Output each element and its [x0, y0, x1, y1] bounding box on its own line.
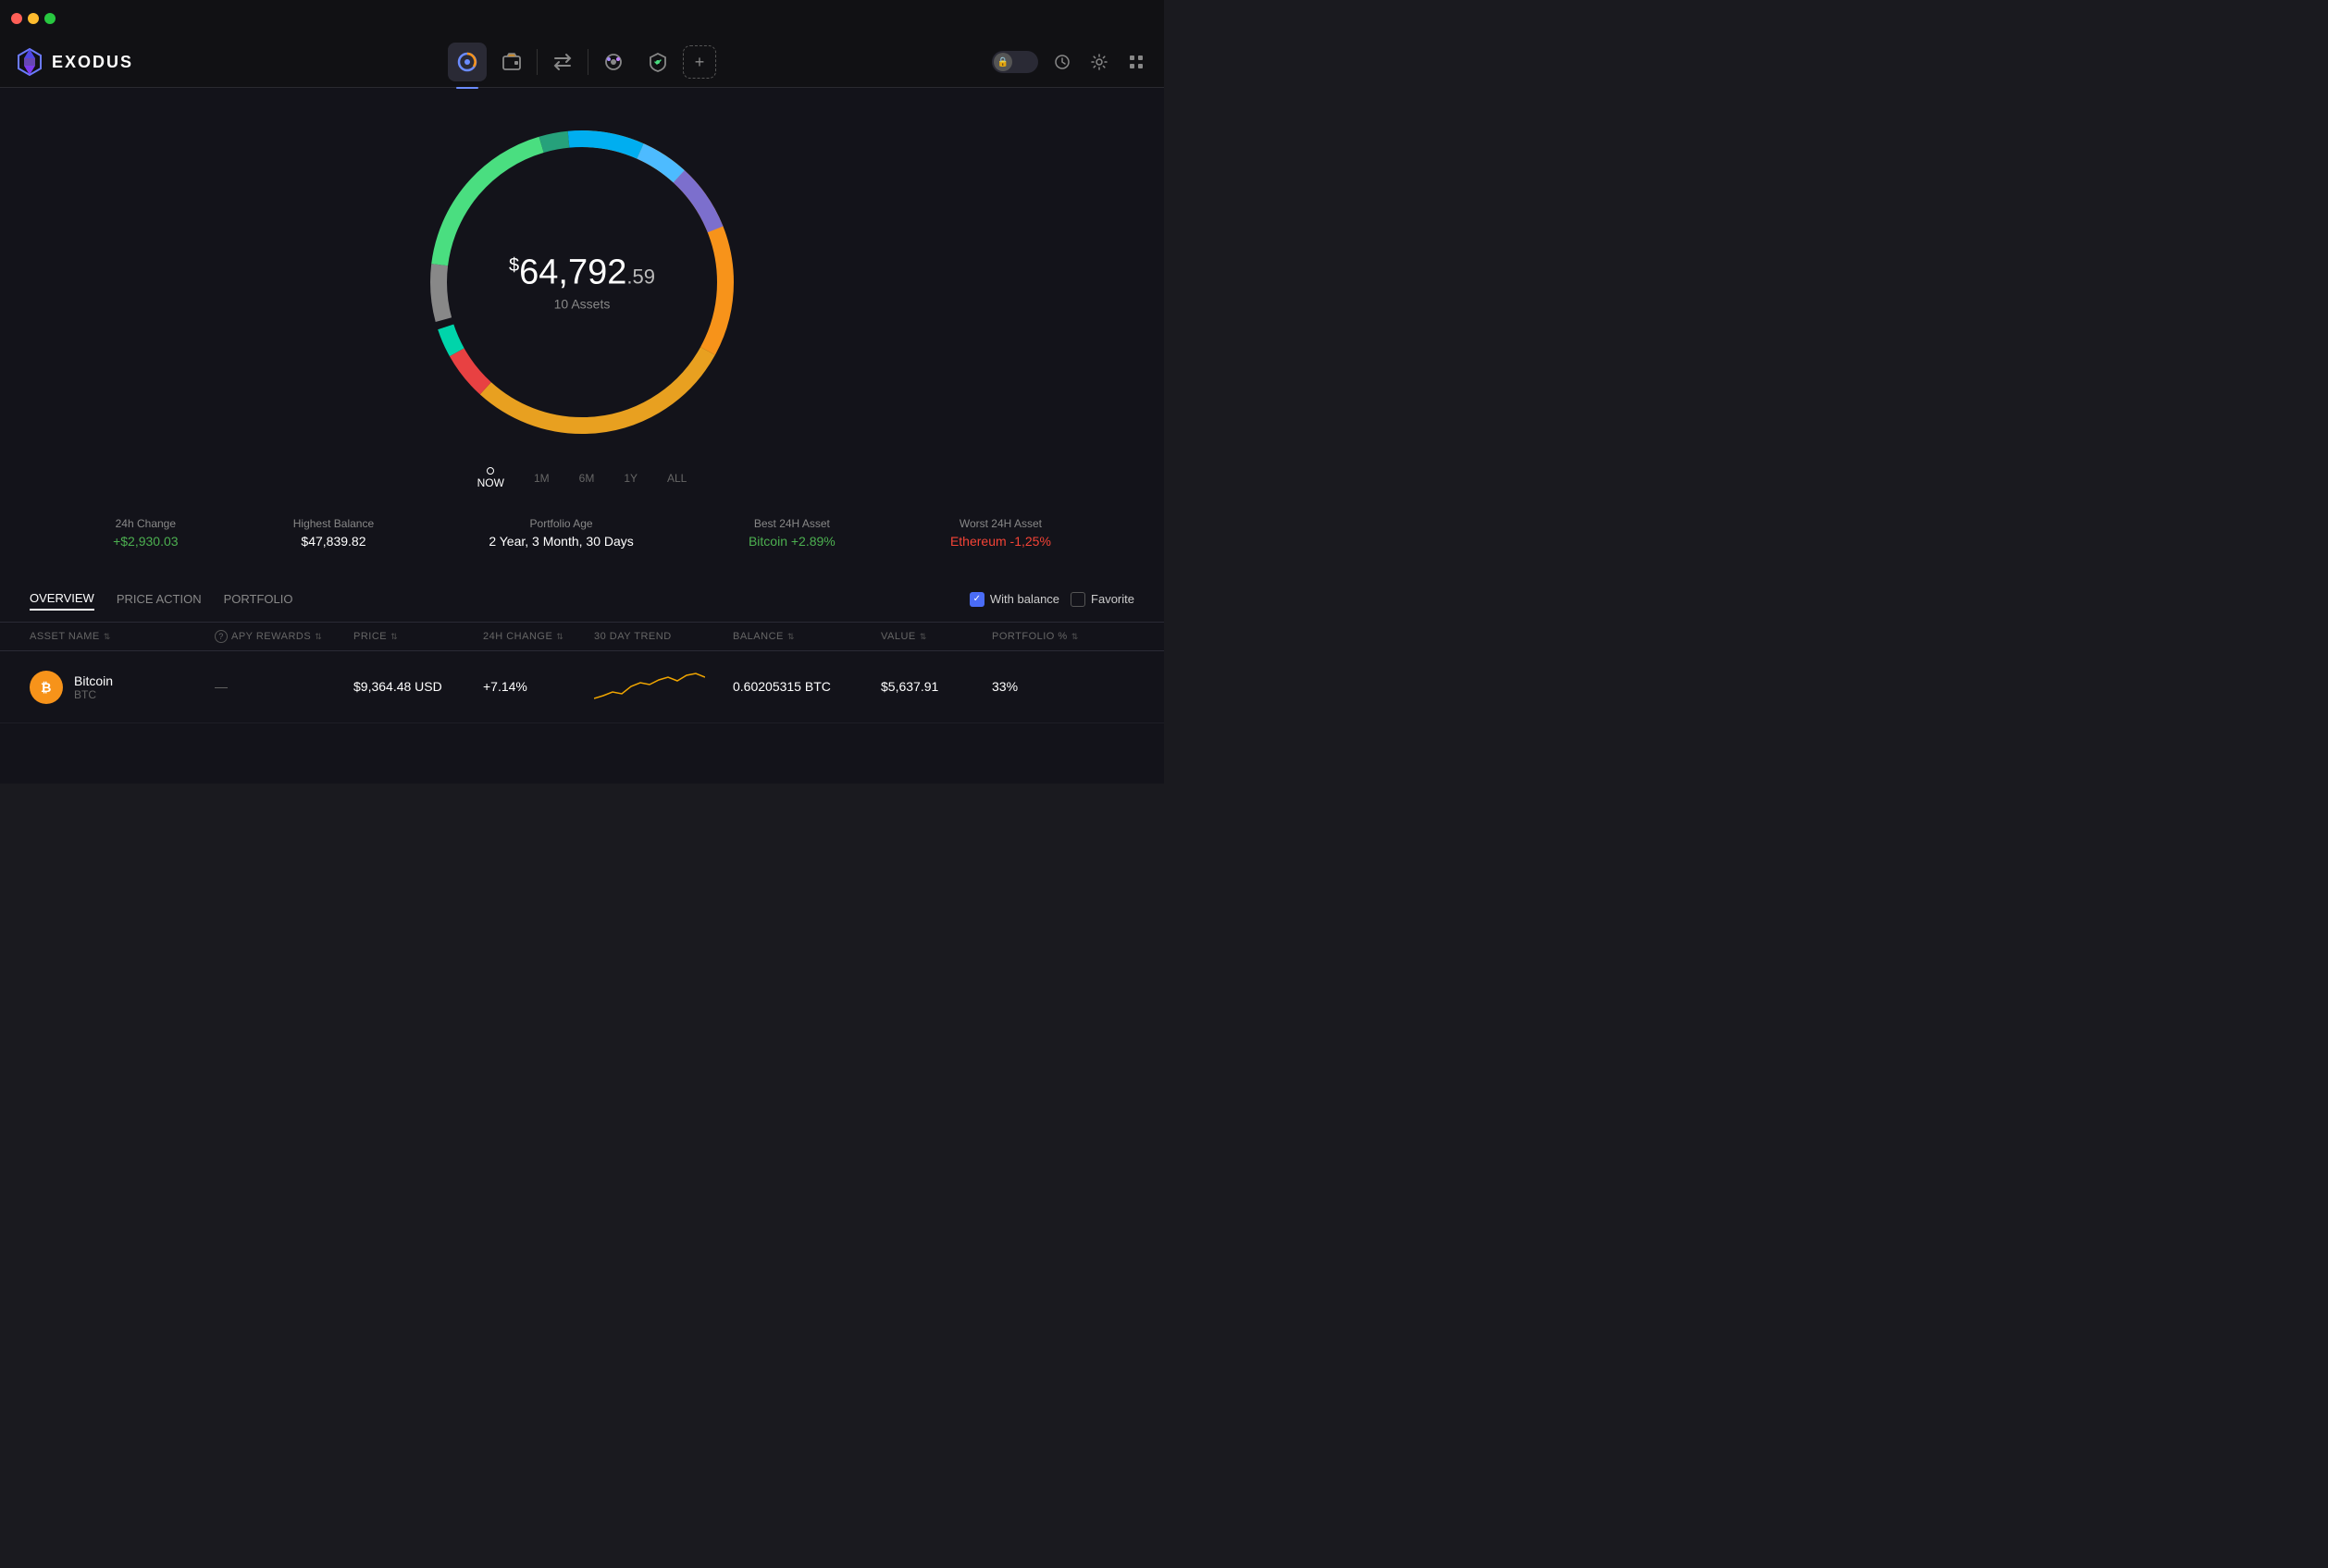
asset-tabs: OVERVIEW PRICE ACTION PORTFOLIO ✓ With b…: [0, 576, 1164, 623]
tab-filters: ✓ With balance Favorite: [970, 592, 1134, 607]
portfolio-icon: [457, 52, 477, 72]
lock-icon: 🔒: [994, 53, 1012, 71]
stat-best-asset: Best 24H Asset Bitcoin +2.89%: [749, 517, 836, 549]
donut-chart: $64,792.59 10 Assets: [406, 106, 758, 458]
logo-text: EXODUS: [52, 53, 133, 72]
table-header: ASSET NAME ⇅ ? APY REWARDS ⇅ PRICE ⇅ 24H…: [0, 623, 1164, 651]
sort-icon-name: ⇅: [104, 632, 111, 642]
col-header-name[interactable]: ASSET NAME ⇅: [30, 630, 215, 643]
history-icon: [1054, 54, 1071, 70]
asset-info: Bitcoin BTC: [74, 673, 113, 701]
sort-icon-value: ⇅: [920, 632, 927, 642]
sparkline-chart: [594, 666, 705, 703]
portfolio-cell: 33%: [992, 679, 1084, 696]
timeline-1m[interactable]: 1M: [534, 472, 550, 485]
stat-highest-balance: Highest Balance $47,839.82: [293, 517, 374, 549]
logo: EXODUS: [15, 47, 133, 77]
grid-button[interactable]: [1123, 49, 1149, 75]
portfolio-section: $64,792.59 10 Assets NOW 1M 6M 1Y ALL: [0, 88, 1164, 576]
timeline: NOW 1M 6M 1Y ALL: [477, 467, 687, 489]
settings-icon: [1091, 54, 1108, 70]
stat-24h-change: 24h Change +$2,930.03: [113, 517, 178, 549]
portfolio-value-display: $64,792.59 10 Assets: [509, 253, 655, 312]
table-row[interactable]: ₿ Bitcoin BTC — $9,364.48 USD +7.14% 0.6…: [0, 651, 1164, 723]
tab-price-action[interactable]: PRICE ACTION: [117, 588, 202, 610]
favorite-checkbox[interactable]: [1071, 592, 1085, 607]
change-cell: +7.14%: [483, 679, 594, 696]
col-header-portfolio[interactable]: PORTFOLIO % ⇅: [992, 630, 1084, 643]
exodus-logo-icon: [15, 47, 44, 77]
tab-overview[interactable]: OVERVIEW: [30, 587, 94, 611]
sort-icon-balance: ⇅: [787, 632, 795, 642]
wallet-icon: [502, 52, 522, 72]
sort-icon-change: ⇅: [556, 632, 563, 642]
col-header-value[interactable]: VALUE ⇅: [881, 630, 992, 643]
nav-tab-wallet[interactable]: [492, 43, 531, 81]
col-header-change[interactable]: 24H CHANGE ⇅: [483, 630, 594, 643]
tab-portfolio[interactable]: PORTFOLIO: [224, 588, 293, 610]
nav-tabs: +: [448, 43, 716, 81]
stat-portfolio-age: Portfolio Age 2 Year, 3 Month, 30 Days: [489, 517, 633, 549]
asset-count: 10 Assets: [509, 297, 655, 312]
price-cell: $9,364.48 USD: [353, 679, 483, 696]
close-button[interactable]: [11, 13, 22, 24]
shield-icon: [648, 52, 668, 72]
minimize-button[interactable]: [28, 13, 39, 24]
titlebar: [0, 0, 1164, 37]
grid-icon: [1128, 54, 1145, 70]
nav-separator-1: [537, 49, 538, 75]
nav-tab-shield[interactable]: [638, 43, 677, 81]
apps-icon: [603, 52, 624, 72]
exchange-icon: [552, 52, 573, 72]
trend-cell: [594, 666, 733, 708]
timeline-1y[interactable]: 1Y: [624, 472, 638, 485]
stats-row: 24h Change +$2,930.03 Highest Balance $4…: [0, 499, 1164, 567]
settings-button[interactable]: [1086, 49, 1112, 75]
btc-symbol: ₿: [37, 678, 56, 697]
bitcoin-icon: ₿: [30, 671, 63, 704]
asset-name-cell: ₿ Bitcoin BTC: [30, 671, 215, 704]
filter-with-balance[interactable]: ✓ With balance: [970, 592, 1059, 607]
timeline-all[interactable]: ALL: [667, 472, 687, 485]
portfolio-amount: $64,792.59: [509, 253, 655, 293]
nav-right-controls: 🔒: [992, 49, 1149, 75]
timeline-now[interactable]: NOW: [477, 467, 504, 489]
nav-tab-portfolio[interactable]: [448, 43, 487, 81]
col-header-trend: 30 DAY TREND: [594, 630, 733, 643]
history-button[interactable]: [1049, 49, 1075, 75]
with-balance-checkbox[interactable]: ✓: [970, 592, 984, 607]
col-header-balance[interactable]: BALANCE ⇅: [733, 630, 881, 643]
col-header-price[interactable]: PRICE ⇅: [353, 630, 483, 643]
sort-icon-portfolio: ⇅: [1071, 632, 1079, 642]
col-header-apy[interactable]: ? APY REWARDS ⇅: [215, 630, 353, 643]
sort-icon-price: ⇅: [390, 632, 398, 642]
nav-add-button[interactable]: +: [683, 45, 716, 79]
filter-favorite[interactable]: Favorite: [1071, 592, 1134, 607]
timeline-dot: [487, 467, 494, 475]
apy-cell: —: [215, 679, 353, 696]
currency-symbol: $: [509, 255, 519, 276]
stat-worst-asset: Worst 24H Asset Ethereum -1,25%: [950, 517, 1051, 549]
svg-text:₿: ₿: [41, 680, 51, 695]
nav-tab-exchange[interactable]: [543, 43, 582, 81]
sort-icon-apy: ⇅: [315, 632, 322, 642]
timeline-6m[interactable]: 6M: [579, 472, 595, 485]
maximize-button[interactable]: [44, 13, 56, 24]
main-content: $64,792.59 10 Assets NOW 1M 6M 1Y ALL: [0, 88, 1164, 784]
value-cell: $5,637.91: [881, 679, 992, 696]
lock-toggle[interactable]: 🔒: [992, 51, 1038, 73]
top-navigation: EXODUS: [0, 37, 1164, 88]
balance-cell: 0.60205315 BTC: [733, 679, 881, 696]
question-icon: ?: [215, 630, 228, 643]
nav-tab-apps[interactable]: [594, 43, 633, 81]
